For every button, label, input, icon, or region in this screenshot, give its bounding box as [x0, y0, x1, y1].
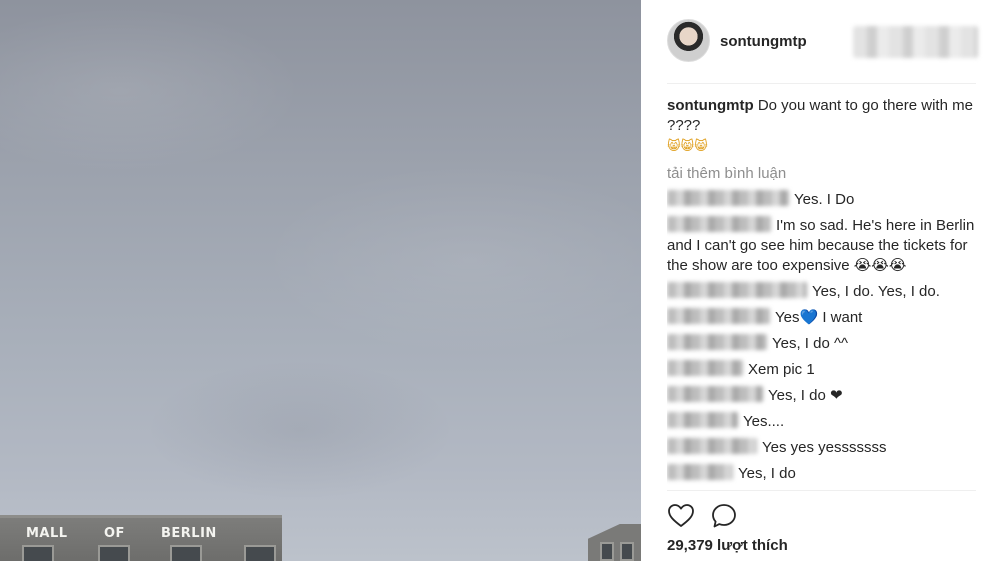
comment-item: Yes yes yesssssss	[667, 438, 979, 458]
comment-text: Yes, I do. Yes, I do.	[812, 283, 940, 300]
comment-text: Yes....	[743, 413, 785, 430]
comment-username-blurred[interactable]	[667, 282, 807, 298]
comment-text: Yes, I do	[738, 465, 796, 482]
comment-username-blurred[interactable]	[667, 464, 733, 480]
comment-item: Yes. I Do	[667, 190, 979, 210]
sign-word: BERLIN	[161, 526, 217, 541]
follow-button-blurred[interactable]	[853, 26, 978, 58]
building-window	[244, 545, 276, 561]
post-side-panel: sontungmtp sontungmtp Do you want to go …	[641, 0, 1000, 561]
likes-count[interactable]: 29,379 lượt thích	[667, 537, 788, 554]
mall-of-berlin-building: MALL OF BERLIN	[0, 515, 282, 561]
comment-item: Yes, I do ^^	[667, 334, 979, 354]
caption: sontungmtp Do you want to go there with …	[667, 96, 979, 136]
speech-bubble-icon	[712, 504, 736, 528]
caption-emojis: 😸😸😸	[667, 138, 708, 153]
comment-text: Xem pic 1	[748, 361, 815, 378]
building-window	[98, 545, 130, 561]
divider	[667, 83, 976, 84]
building-window	[600, 542, 614, 561]
comment-text: Yes. I Do	[794, 191, 855, 208]
right-building	[588, 524, 641, 561]
comment-item: Yes, I do. Yes, I do.	[667, 282, 979, 302]
like-button[interactable]	[667, 502, 695, 530]
caption-username[interactable]: sontungmtp	[667, 97, 754, 114]
action-bar	[667, 502, 867, 530]
comment-button[interactable]	[710, 502, 738, 530]
comment-item: Yes💙 I want	[667, 308, 979, 328]
comment-item: Xem pic 1	[667, 360, 979, 380]
comment-username-blurred[interactable]	[667, 360, 743, 376]
load-more-comments-link[interactable]: tải thêm bình luận	[667, 164, 979, 184]
heart-outline-icon	[668, 504, 694, 527]
comment-username-blurred[interactable]	[667, 438, 757, 454]
comment-item: Yes, I do ❤	[667, 386, 979, 406]
comment-username-blurred[interactable]	[667, 190, 789, 206]
comment-username-blurred[interactable]	[667, 308, 770, 324]
comments-list[interactable]: sontungmtp Do you want to go there with …	[667, 96, 979, 490]
comment-item: Yes, I do	[667, 464, 979, 484]
sign-word: MALL	[26, 526, 68, 541]
comment-text: Yes, I do ^^	[772, 335, 849, 352]
post-header: sontungmtp	[641, 0, 1000, 83]
divider	[667, 490, 976, 491]
comment-username-blurred[interactable]	[667, 216, 771, 232]
header-username[interactable]: sontungmtp	[720, 33, 807, 50]
avatar[interactable]	[667, 19, 710, 62]
comment-item: I'm so sad. He's here in Berlin and I ca…	[667, 216, 979, 276]
post-photo[interactable]: MALL OF BERLIN	[0, 0, 641, 561]
building-window	[22, 545, 54, 561]
building-window	[170, 545, 202, 561]
comment-item: Yes....	[667, 412, 979, 432]
comment-text: Yes yes yesssssss	[762, 439, 887, 456]
sign-word: OF	[104, 526, 125, 541]
comment-username-blurred[interactable]	[667, 386, 763, 402]
comment-text: Yes, I do ❤	[768, 387, 843, 404]
comment-username-blurred[interactable]	[667, 334, 767, 350]
building-window	[620, 542, 634, 561]
comment-username-blurred[interactable]	[667, 412, 738, 428]
comment-text: Yes💙 I want	[775, 309, 863, 326]
